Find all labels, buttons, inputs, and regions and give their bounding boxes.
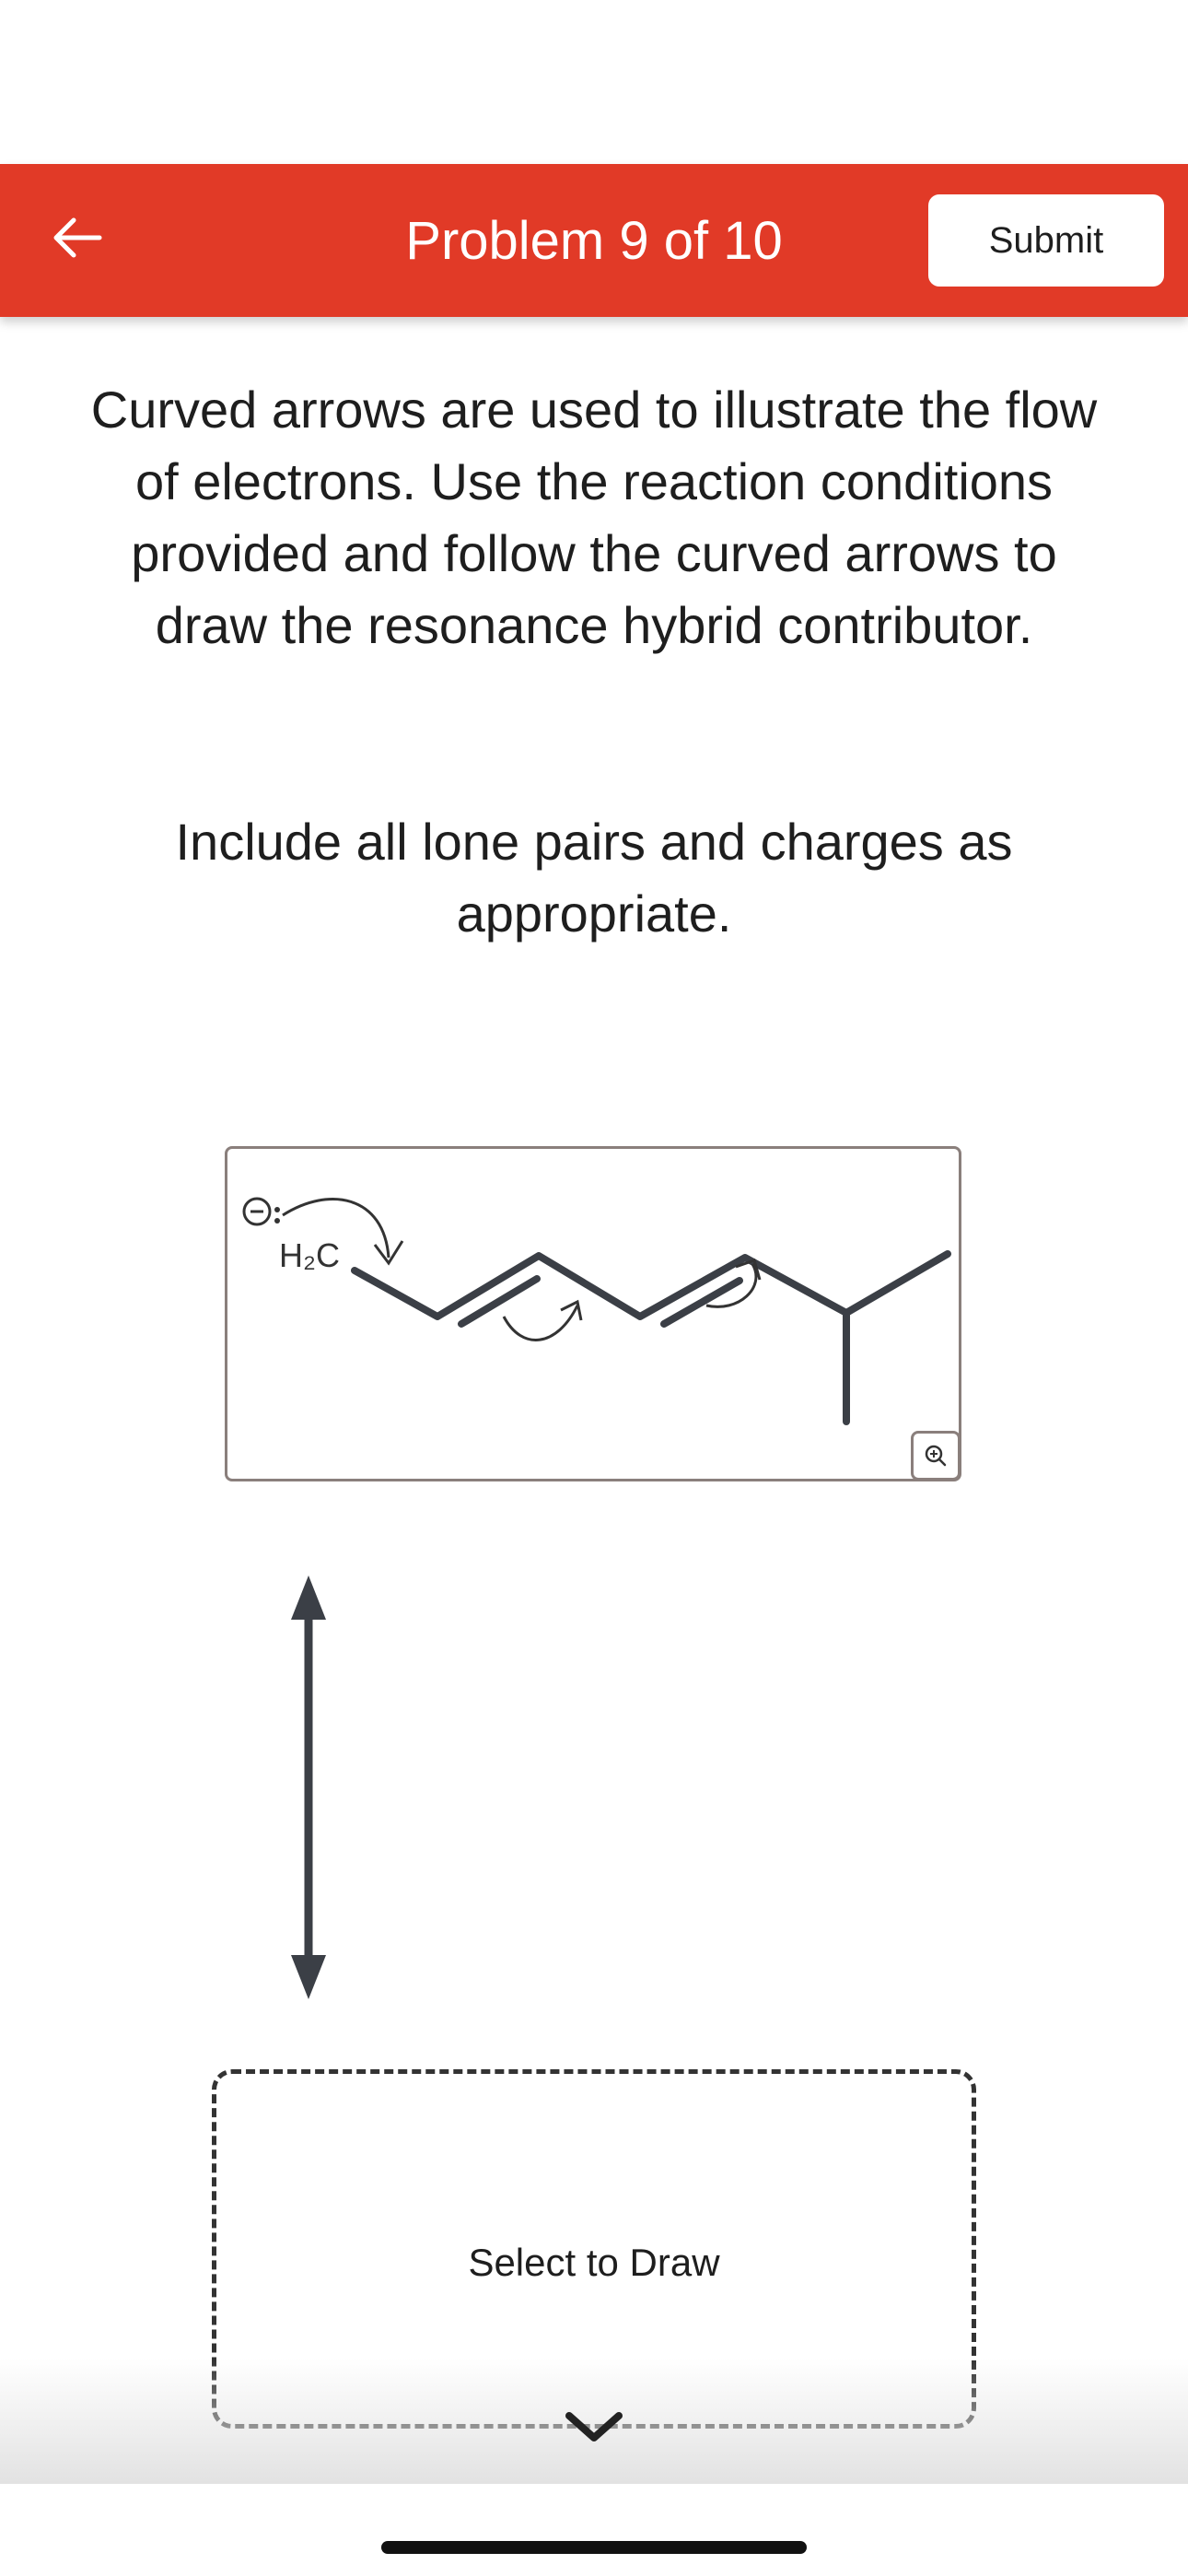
arrow-left-icon xyxy=(53,217,102,258)
molecule-structure: H₂C xyxy=(242,1197,951,1425)
curved-arrow xyxy=(502,1305,579,1341)
back-button[interactable] xyxy=(46,205,111,270)
molecule-panel: H₂C xyxy=(225,1146,961,1481)
bottom-safe-area xyxy=(0,2484,1188,2576)
double-headed-arrow-icon xyxy=(291,1575,326,1999)
instructions-text: Curved arrows are used to illustrate the… xyxy=(90,381,1098,654)
instructions-note: Include all lone pairs and charges as ap… xyxy=(175,813,1013,943)
top-bar: Problem 9 of 10 Submit xyxy=(0,164,1188,317)
lone-pair-dot xyxy=(274,1218,280,1224)
zoom-button[interactable] xyxy=(911,1431,961,1481)
home-indicator[interactable] xyxy=(381,2541,807,2554)
lone-pair-dot xyxy=(274,1207,280,1212)
double-bond-line xyxy=(458,1275,541,1328)
carbon-chain xyxy=(351,1250,951,1320)
draw-area-label: Select to Draw xyxy=(468,2241,720,2284)
submit-button[interactable]: Submit xyxy=(928,194,1164,287)
draw-area[interactable]: Select to Draw xyxy=(212,2069,976,2429)
double-bond-line xyxy=(660,1277,743,1328)
zoom-in-icon xyxy=(925,1445,947,1467)
carbanion-label: H₂C xyxy=(279,1236,340,1274)
negative-charge-icon xyxy=(242,1197,272,1226)
chevron-down-icon[interactable] xyxy=(562,2406,626,2447)
